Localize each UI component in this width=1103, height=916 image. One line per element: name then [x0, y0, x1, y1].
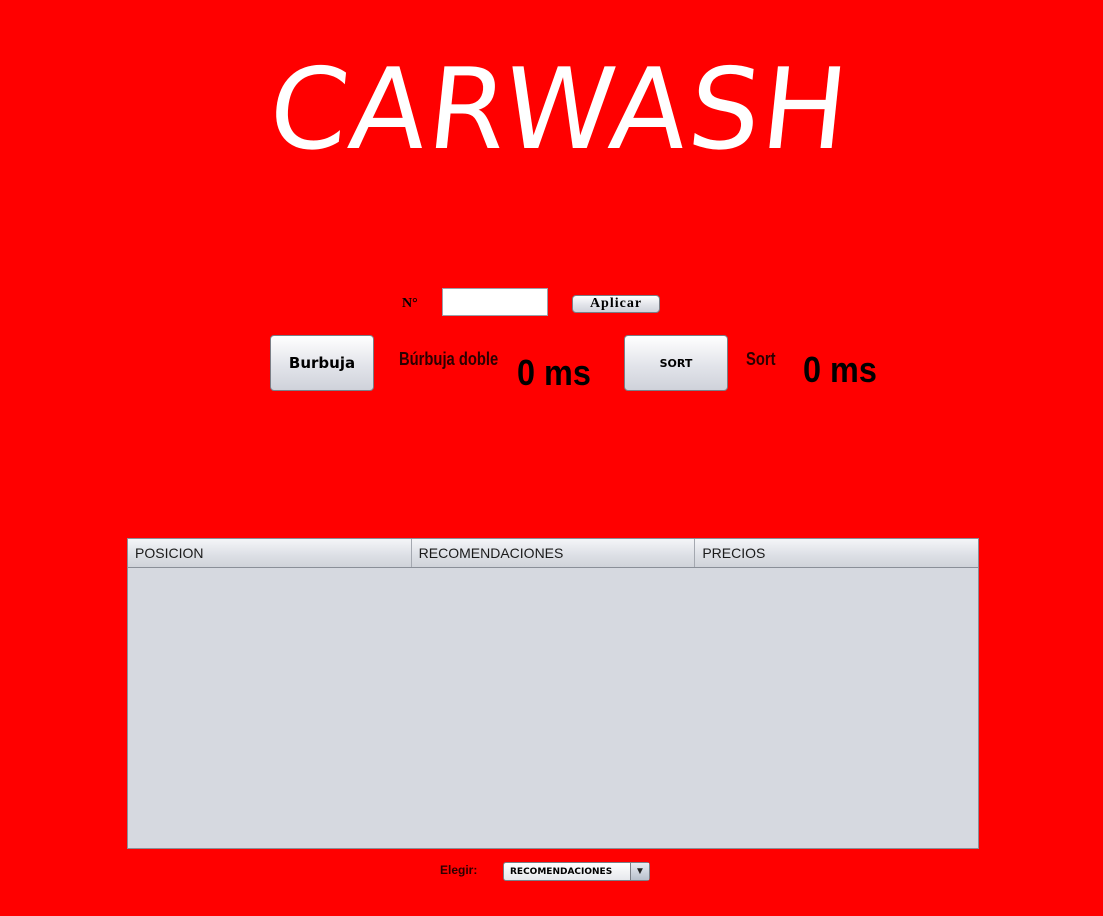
- burbuja-time: 0 ms: [517, 352, 591, 393]
- sort-button[interactable]: SORT: [624, 335, 728, 391]
- choose-selected-value: RECOMENDACIONES: [510, 866, 613, 877]
- table-header: POSICION RECOMENDACIONES PRECIOS: [128, 539, 978, 568]
- number-label: N°: [402, 296, 418, 311]
- sort-time: 0 ms: [803, 349, 877, 390]
- choose-dropdown[interactable]: RECOMENDACIONES ▼: [503, 862, 650, 881]
- column-header-recomendaciones[interactable]: RECOMENDACIONES: [412, 539, 696, 567]
- app-title: CARWASH: [263, 45, 856, 175]
- burbuja-doble-label: Búrbuja doble: [399, 349, 499, 369]
- column-header-posicion[interactable]: POSICION: [128, 539, 412, 567]
- table-body[interactable]: [128, 568, 978, 848]
- choose-label: Elegir:: [440, 863, 478, 877]
- column-header-precios[interactable]: PRECIOS: [695, 539, 978, 567]
- chevron-down-icon[interactable]: ▼: [630, 863, 649, 880]
- apply-button[interactable]: Aplicar: [572, 295, 660, 313]
- burbuja-button[interactable]: Burbuja: [270, 335, 374, 391]
- sort-label: Sort: [746, 349, 776, 369]
- number-input[interactable]: [442, 288, 548, 316]
- results-table[interactable]: POSICION RECOMENDACIONES PRECIOS: [127, 538, 979, 849]
